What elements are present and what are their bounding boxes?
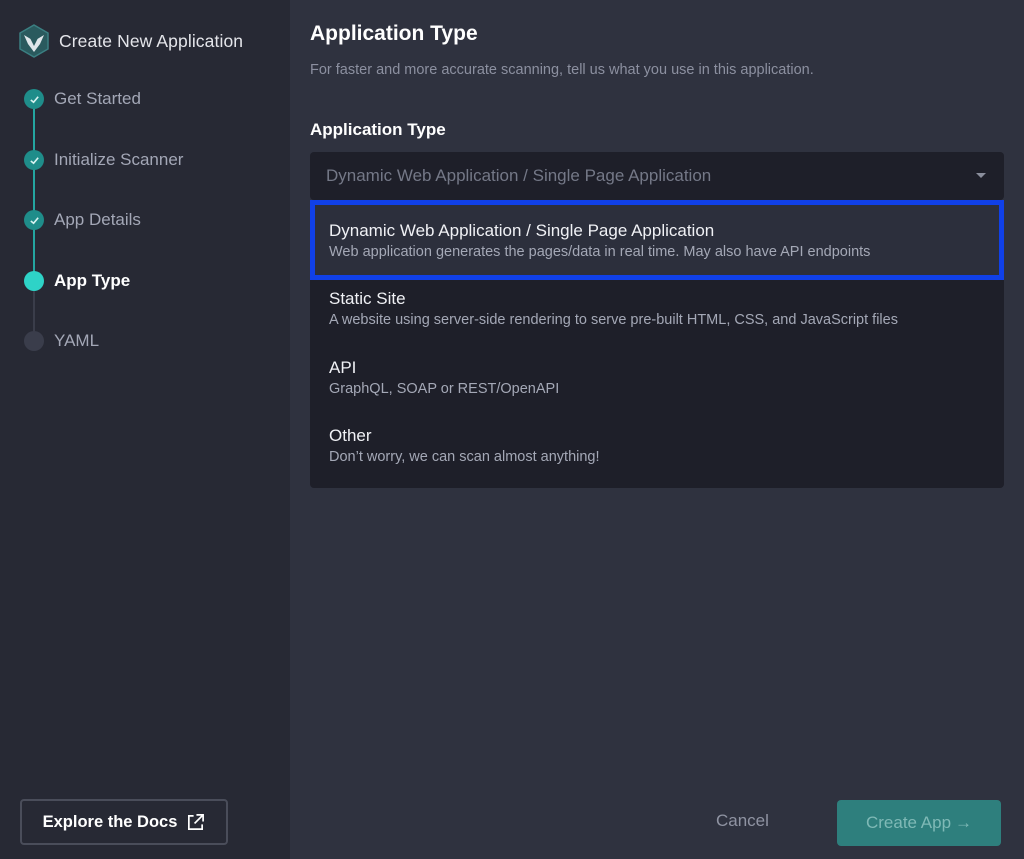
step-label: Get Started <box>54 89 141 108</box>
create-app-label: Create App <box>865 813 952 832</box>
page-title: Application Type <box>310 22 478 45</box>
arrow-right-icon: → <box>955 813 973 832</box>
create-app-button[interactable]: Create App → <box>837 800 1001 846</box>
application-type-select[interactable]: Dynamic Web Application / Single Page Ap… <box>310 152 1004 200</box>
option-static-site[interactable]: Static Site A website using server-side … <box>310 280 1004 346</box>
stepper-progress-line <box>33 98 35 280</box>
page-subtitle: For faster and more accurate scanning, t… <box>310 62 814 78</box>
check-icon <box>24 150 44 170</box>
option-title: Dynamic Web Application / Single Page Ap… <box>329 221 715 240</box>
step-app-type[interactable]: App Type <box>0 266 290 296</box>
option-other[interactable]: Other Don’t worry, we can scan almost an… <box>310 417 1004 483</box>
current-step-dot-icon <box>24 271 44 291</box>
option-api[interactable]: API GraphQL, SOAP or REST/OpenAPI <box>310 348 1004 414</box>
option-title: Other <box>329 426 372 445</box>
step-label: App Type <box>54 271 131 290</box>
option-title: Static Site <box>329 289 406 308</box>
stepper: Get Started Initialize Scanner App Detai… <box>0 0 290 400</box>
explore-docs-label: Explore the Docs <box>42 812 178 831</box>
explore-docs-button[interactable]: Explore the Docs <box>20 799 228 845</box>
caret-down-icon <box>976 173 986 178</box>
option-description: GraphQL, SOAP or REST/OpenAPI <box>329 381 560 397</box>
step-initialize-scanner[interactable]: Initialize Scanner <box>0 145 290 175</box>
check-icon <box>24 210 44 230</box>
select-value: Dynamic Web Application / Single Page Ap… <box>326 166 712 185</box>
option-description: Don’t worry, we can scan almost anything… <box>329 449 600 465</box>
option-dynamic-web-app[interactable]: Dynamic Web Application / Single Page Ap… <box>310 200 1004 280</box>
option-description: Web application generates the pages/data… <box>329 244 871 260</box>
step-yaml[interactable]: YAML <box>0 326 290 356</box>
option-title: API <box>329 358 357 377</box>
step-label: App Details <box>54 210 141 229</box>
main-panel: Application Type For faster and more acc… <box>290 0 1024 859</box>
pending-step-dot-icon <box>24 331 44 351</box>
check-icon <box>24 89 44 109</box>
step-app-details[interactable]: App Details <box>0 205 290 235</box>
application-type-dropdown: Dynamic Web Application / Single Page Ap… <box>310 200 1004 488</box>
step-label: Initialize Scanner <box>54 150 184 169</box>
step-label: YAML <box>54 331 100 350</box>
field-label: Application Type <box>310 120 446 139</box>
option-description: A website using server-side rendering to… <box>329 312 898 328</box>
external-link-icon <box>188 813 205 830</box>
sidebar: Create New Application Get Started Initi… <box>0 0 290 859</box>
step-get-started[interactable]: Get Started <box>0 84 290 114</box>
cancel-button[interactable]: Cancel <box>716 811 769 831</box>
